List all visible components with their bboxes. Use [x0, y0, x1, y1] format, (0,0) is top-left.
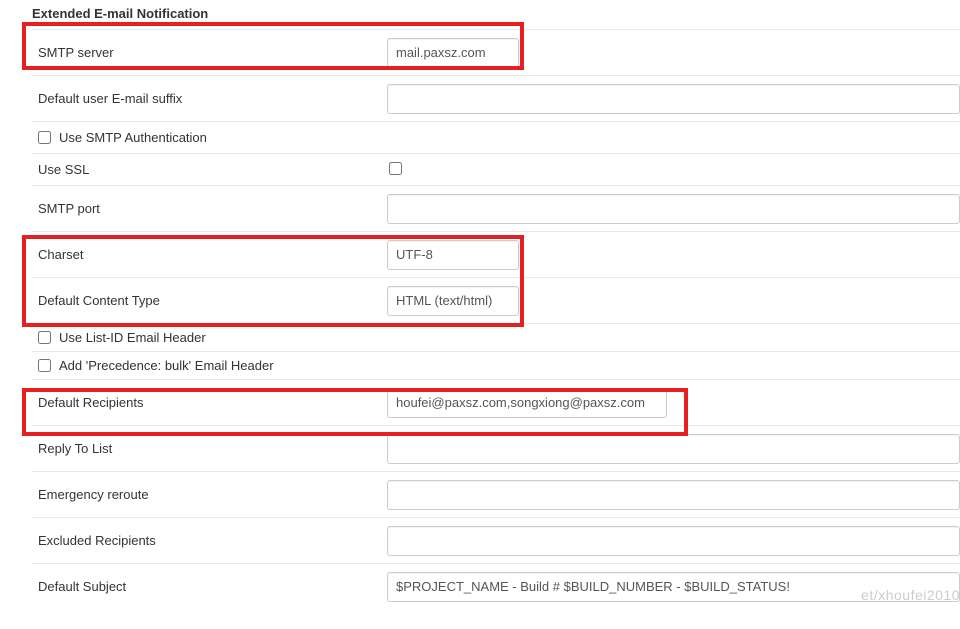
section-title: Extended E-mail Notification [32, 0, 960, 29]
input-default-recipients[interactable] [387, 388, 667, 418]
label-add-precedence: Add 'Precedence: bulk' Email Header [59, 358, 274, 373]
label-emergency-reroute: Emergency reroute [32, 487, 387, 502]
row-use-ssl: Use SSL [32, 153, 960, 185]
row-smtp-server: SMTP server [32, 29, 960, 75]
label-reply-to-list: Reply To List [32, 441, 387, 456]
row-smtp-port: SMTP port [32, 185, 960, 231]
input-excluded-recipients[interactable] [387, 526, 960, 556]
label-default-recipients: Default Recipients [32, 395, 387, 410]
row-add-precedence: Add 'Precedence: bulk' Email Header [32, 351, 960, 379]
label-smtp-port: SMTP port [32, 201, 387, 216]
label-smtp-server: SMTP server [32, 45, 387, 60]
row-default-content-type: Default Content Type [32, 277, 960, 323]
row-use-list-id: Use List-ID Email Header [32, 323, 960, 351]
row-default-suffix: Default user E-mail suffix [32, 75, 960, 121]
row-emergency-reroute: Emergency reroute [32, 471, 960, 517]
label-excluded-recipients: Excluded Recipients [32, 533, 387, 548]
row-charset: Charset [32, 231, 960, 277]
input-charset[interactable] [387, 240, 519, 270]
input-default-suffix[interactable] [387, 84, 960, 114]
input-smtp-port[interactable] [387, 194, 960, 224]
label-default-content-type: Default Content Type [32, 293, 387, 308]
label-use-list-id: Use List-ID Email Header [59, 330, 206, 345]
label-charset: Charset [32, 247, 387, 262]
input-emergency-reroute[interactable] [387, 480, 960, 510]
checkbox-add-precedence[interactable] [38, 359, 51, 372]
input-default-subject[interactable] [387, 572, 960, 602]
checkbox-use-list-id[interactable] [38, 331, 51, 344]
row-excluded-recipients: Excluded Recipients [32, 517, 960, 563]
row-default-subject: Default Subject [32, 563, 960, 609]
checkbox-use-smtp-auth[interactable] [38, 131, 51, 144]
row-use-smtp-auth: Use SMTP Authentication [32, 121, 960, 153]
input-smtp-server[interactable] [387, 38, 519, 68]
row-default-recipients: Default Recipients [32, 379, 960, 425]
input-default-content-type[interactable] [387, 286, 519, 316]
input-reply-to-list[interactable] [387, 434, 960, 464]
label-default-suffix: Default user E-mail suffix [32, 91, 387, 106]
row-reply-to-list: Reply To List [32, 425, 960, 471]
checkbox-use-ssl[interactable] [389, 162, 402, 175]
label-use-ssl: Use SSL [32, 162, 387, 177]
label-default-subject: Default Subject [32, 579, 387, 594]
label-use-smtp-auth: Use SMTP Authentication [59, 130, 207, 145]
